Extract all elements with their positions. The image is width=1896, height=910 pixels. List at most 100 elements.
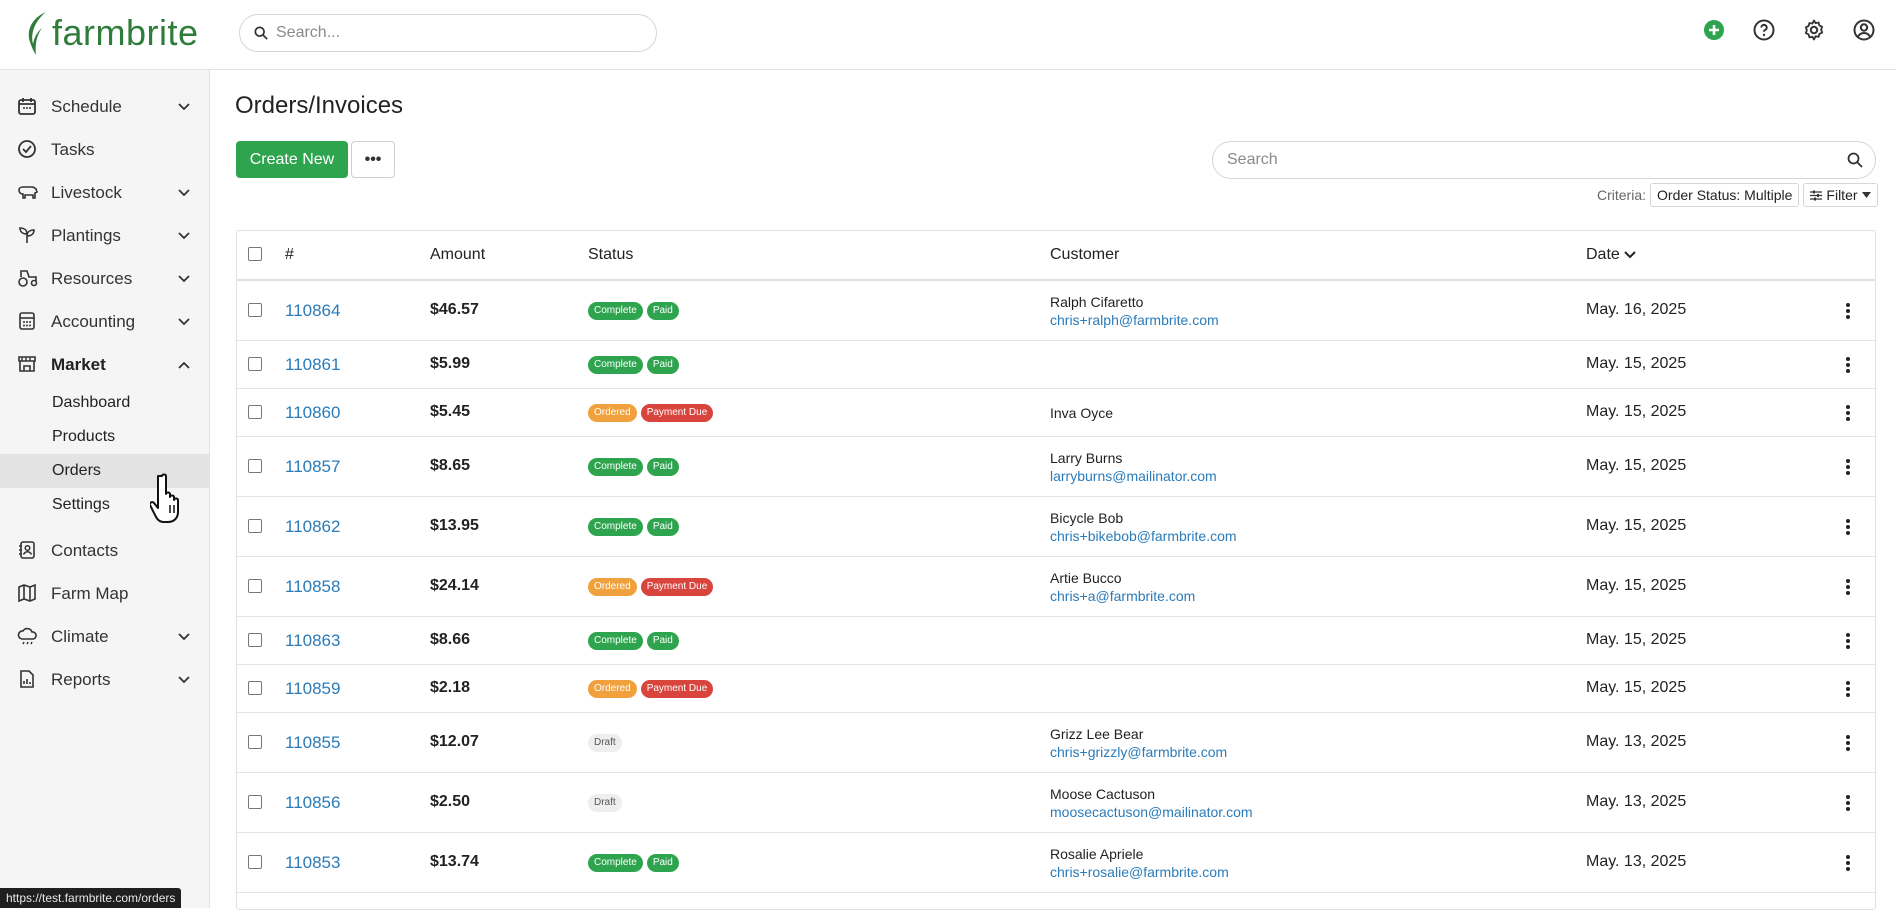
table-row[interactable]: 110855$12.07DraftGrizz Lee Bearchris+gri… bbox=[237, 713, 1875, 773]
sidebar-item-livestock[interactable]: Livestock bbox=[0, 173, 209, 213]
search-icon[interactable] bbox=[1847, 152, 1863, 168]
top-bar: farmbrite bbox=[0, 0, 1896, 70]
sidebar-item-climate[interactable]: Climate bbox=[0, 617, 209, 657]
row-checkbox[interactable] bbox=[248, 357, 262, 371]
table-row[interactable]: 110856$2.50DraftMoose Cactusonmoosecactu… bbox=[237, 773, 1875, 833]
row-checkbox[interactable] bbox=[248, 459, 262, 473]
criteria-chip[interactable]: Order Status: Multiple bbox=[1650, 183, 1799, 207]
row-actions-kebab-icon[interactable] bbox=[1845, 734, 1851, 752]
status-badges: OrderedPayment Due bbox=[588, 404, 713, 422]
more-actions-button[interactable]: ••• bbox=[351, 141, 395, 178]
orders-search[interactable] bbox=[1212, 141, 1876, 179]
row-checkbox[interactable] bbox=[248, 579, 262, 593]
order-number-link[interactable]: 110859 bbox=[285, 679, 340, 699]
table-row[interactable]: 110862$13.95CompletePaidBicycle Bobchris… bbox=[237, 497, 1875, 557]
order-number-link[interactable]: 110861 bbox=[285, 355, 340, 375]
sidebar-item-market[interactable]: Market bbox=[0, 345, 209, 385]
table-row[interactable]: 110853$13.74CompletePaidRosalie Aprielec… bbox=[237, 833, 1875, 893]
order-date: May. 15, 2025 bbox=[1586, 631, 1686, 649]
customer-email-link[interactable]: larryburns@mailinator.com bbox=[1050, 467, 1217, 485]
sidebar-item-reports[interactable]: Reports bbox=[0, 660, 209, 700]
global-search[interactable] bbox=[239, 14, 657, 52]
column-header-date[interactable]: Date bbox=[1586, 246, 1636, 264]
row-actions-kebab-icon[interactable] bbox=[1845, 356, 1851, 374]
status-badges: CompletePaid bbox=[588, 518, 679, 536]
row-checkbox[interactable] bbox=[248, 681, 262, 695]
table-header: # Amount Status Customer Date bbox=[237, 231, 1875, 281]
customer-email-link[interactable]: chris+ralph@farmbrite.com bbox=[1050, 311, 1219, 329]
row-actions-kebab-icon[interactable] bbox=[1845, 404, 1851, 422]
order-number-link[interactable]: 110855 bbox=[285, 733, 340, 753]
sidebar-item-resources[interactable]: Resources bbox=[0, 259, 209, 299]
gear-icon[interactable] bbox=[1802, 18, 1826, 42]
global-search-input[interactable] bbox=[276, 24, 636, 42]
status-badge: Ordered bbox=[588, 680, 637, 698]
sidebar-subitem-products[interactable]: Products bbox=[0, 420, 209, 454]
add-circle-icon[interactable] bbox=[1702, 18, 1726, 42]
sidebar-item-accounting[interactable]: Accounting bbox=[0, 302, 209, 342]
row-checkbox[interactable] bbox=[248, 735, 262, 749]
order-date: May. 15, 2025 bbox=[1586, 517, 1686, 535]
order-number-link[interactable]: 110864 bbox=[285, 301, 340, 321]
sidebar-item-plantings[interactable]: Plantings bbox=[0, 216, 209, 256]
user-icon[interactable] bbox=[1852, 18, 1876, 42]
orders-search-input[interactable] bbox=[1227, 151, 1827, 169]
table-row[interactable]: 110860$5.45OrderedPayment DueInva OyceMa… bbox=[237, 389, 1875, 437]
order-number-link[interactable]: 110853 bbox=[285, 853, 340, 873]
chevron-down-icon bbox=[177, 100, 191, 114]
order-number-link[interactable]: 110857 bbox=[285, 457, 340, 477]
farmbrite-logo[interactable]: farmbrite bbox=[24, 10, 199, 56]
table-row[interactable]: 110863$8.66CompletePaidMay. 15, 2025 bbox=[237, 617, 1875, 665]
order-number-link[interactable]: 110856 bbox=[285, 793, 340, 813]
customer-name: Ralph Cifaretto bbox=[1050, 293, 1219, 311]
table-row[interactable]: 110859$2.18OrderedPayment DueMay. 15, 20… bbox=[237, 665, 1875, 713]
customer-email-link[interactable]: chris+rosalie@farmbrite.com bbox=[1050, 863, 1229, 881]
order-amount: $8.66 bbox=[430, 631, 470, 649]
row-checkbox[interactable] bbox=[248, 633, 262, 647]
row-actions-kebab-icon[interactable] bbox=[1845, 680, 1851, 698]
column-header-customer[interactable]: Customer bbox=[1050, 246, 1119, 264]
table-row[interactable]: 110864$46.57CompletePaidRalph Cifarettoc… bbox=[237, 281, 1875, 341]
table-row[interactable]: 110857$8.65CompletePaidLarry Burnslarryb… bbox=[237, 437, 1875, 497]
row-actions-kebab-icon[interactable] bbox=[1845, 794, 1851, 812]
column-header-status[interactable]: Status bbox=[588, 246, 633, 264]
customer-email-link[interactable]: chris+grizzly@farmbrite.com bbox=[1050, 743, 1227, 761]
help-icon[interactable] bbox=[1752, 18, 1776, 42]
row-checkbox[interactable] bbox=[248, 519, 262, 533]
order-number-link[interactable]: 110858 bbox=[285, 577, 340, 597]
row-checkbox[interactable] bbox=[248, 303, 262, 317]
sidebar-item-tasks[interactable]: Tasks bbox=[0, 130, 209, 170]
customer-email-link[interactable]: chris+bikebob@farmbrite.com bbox=[1050, 527, 1237, 545]
filter-button[interactable]: Filter bbox=[1803, 183, 1877, 207]
order-number-link[interactable]: 110862 bbox=[285, 517, 340, 537]
customer-cell: Moose Cactusonmoosecactuson@mailinator.c… bbox=[1050, 785, 1253, 821]
sidebar-subitem-dashboard[interactable]: Dashboard bbox=[0, 386, 209, 420]
select-all-checkbox[interactable] bbox=[248, 247, 262, 261]
row-actions-kebab-icon[interactable] bbox=[1845, 302, 1851, 320]
table-row[interactable]: 110858$24.14OrderedPayment DueArtie Bucc… bbox=[237, 557, 1875, 617]
row-checkbox[interactable] bbox=[248, 855, 262, 869]
column-header-number[interactable]: # bbox=[285, 246, 294, 264]
row-actions-kebab-icon[interactable] bbox=[1845, 632, 1851, 650]
customer-email-link[interactable]: chris+a@farmbrite.com bbox=[1050, 587, 1195, 605]
row-checkbox[interactable] bbox=[248, 795, 262, 809]
order-date: May. 13, 2025 bbox=[1586, 793, 1686, 811]
row-actions-kebab-icon[interactable] bbox=[1845, 578, 1851, 596]
sidebar-item-farm-map[interactable]: Farm Map bbox=[0, 574, 209, 614]
row-actions-kebab-icon[interactable] bbox=[1845, 518, 1851, 536]
table-row[interactable]: 110861$5.99CompletePaidMay. 15, 2025 bbox=[237, 341, 1875, 389]
sidebar-item-schedule[interactable]: Schedule bbox=[0, 87, 209, 127]
order-amount: $8.65 bbox=[430, 457, 470, 475]
row-checkbox[interactable] bbox=[248, 405, 262, 419]
row-actions-kebab-icon[interactable] bbox=[1845, 854, 1851, 872]
create-new-button[interactable]: Create New bbox=[236, 141, 348, 178]
order-number-link[interactable]: 110863 bbox=[285, 631, 340, 651]
main-content: Orders/Invoices Create New ••• Criteria:… bbox=[210, 70, 1896, 908]
sidebar-item-contacts[interactable]: Contacts bbox=[0, 531, 209, 571]
status-badge: Ordered bbox=[588, 404, 637, 422]
status-badge: Paid bbox=[647, 356, 679, 374]
order-number-link[interactable]: 110860 bbox=[285, 403, 340, 423]
column-header-amount[interactable]: Amount bbox=[430, 246, 485, 264]
customer-email-link[interactable]: moosecactuson@mailinator.com bbox=[1050, 803, 1253, 821]
row-actions-kebab-icon[interactable] bbox=[1845, 458, 1851, 476]
